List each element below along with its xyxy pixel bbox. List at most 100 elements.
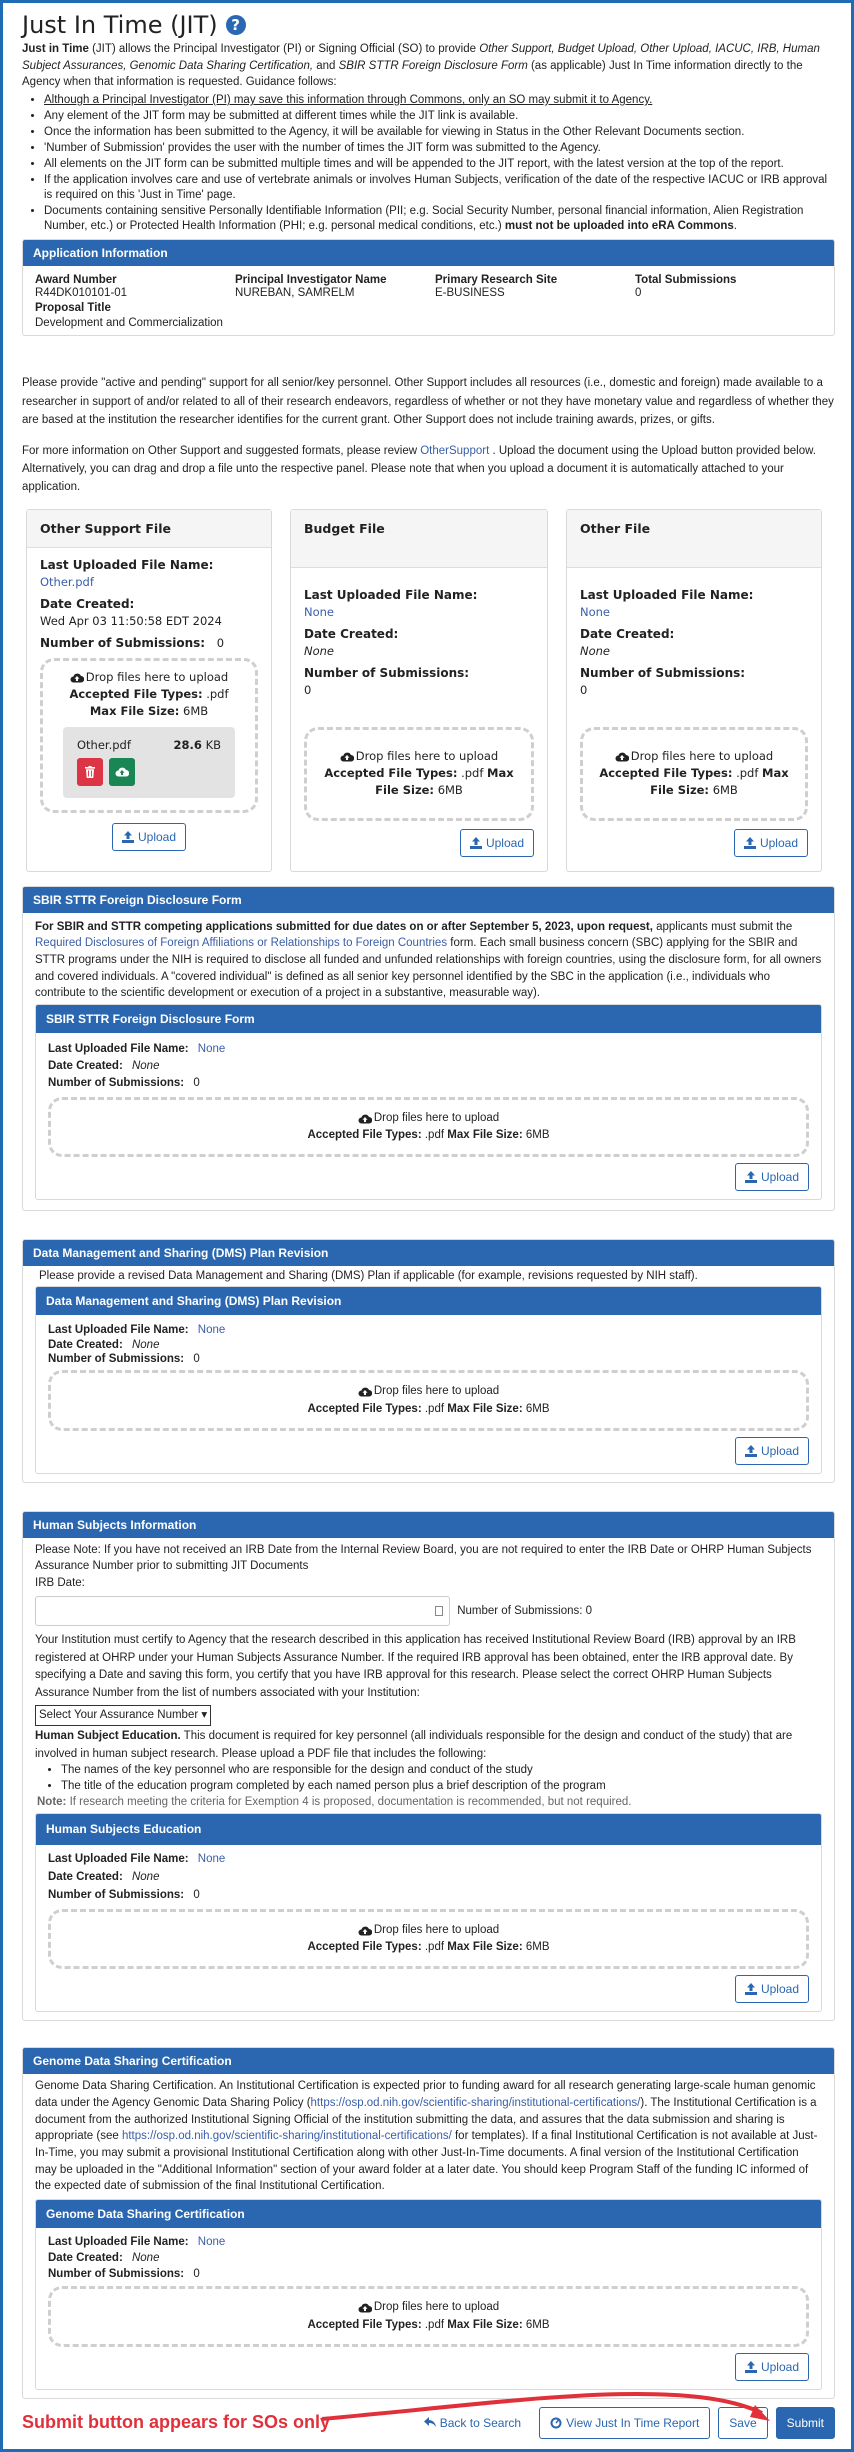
trash-icon (85, 765, 95, 778)
guidance-text: Although a Principal Investigator (PI) m… (44, 94, 653, 107)
last-uploaded-label: Last Uploaded File Name: (48, 2236, 189, 2249)
last-uploaded-label: Last Uploaded File Name: (48, 1042, 189, 1055)
max-size-value: 6MB (183, 704, 209, 719)
view-report-button[interactable]: View Just In Time Report (539, 2406, 711, 2439)
preview-file-size-unit: KB (205, 737, 221, 752)
preview-file-name: Other.pdf (77, 737, 131, 752)
hs-education-bold: Human Subject Education. (35, 1729, 181, 1742)
max-size-label: Max File Size: (447, 1402, 523, 1415)
last-uploaded-file-link[interactable]: Other.pdf (40, 575, 94, 589)
page-title-text: Just In Time (JIT) (22, 11, 218, 39)
file-drop-zone[interactable]: Drop files here to upload Accepted File … (304, 726, 534, 821)
jit-page: Just In Time (JIT) ? Just in Time (JIT) … (0, 0, 854, 2452)
date-created-label: Date Created: (40, 596, 135, 611)
accepted-types-label: Accepted File Types: (599, 766, 733, 781)
max-size-value: 6MB (712, 783, 738, 798)
last-uploaded-file-link[interactable]: None (198, 2236, 226, 2248)
upload-icon (743, 836, 756, 849)
upload-icon (744, 1171, 757, 1184)
drop-text: Drop files here to upload (373, 1385, 500, 1398)
upload-button[interactable]: Upload (459, 828, 534, 857)
other-support-link[interactable]: OtherSupport (420, 445, 489, 457)
last-uploaded-file-link[interactable]: None (198, 1043, 226, 1055)
date-created-value: None (580, 643, 611, 658)
application-info-header: Application Information (23, 240, 834, 267)
back-to-search-button[interactable]: Back to Search (414, 2410, 531, 2436)
upload-icon (121, 830, 134, 843)
gds-templates-link[interactable]: https://osp.od.nih.gov/scientific-sharin… (122, 2130, 452, 2142)
date-created-value: None (304, 643, 335, 658)
reply-arrow-icon (423, 2417, 436, 2428)
last-uploaded-file-link[interactable]: None (304, 605, 334, 619)
upload-button[interactable]: Upload (734, 1163, 809, 1192)
last-uploaded-file-link[interactable]: None (198, 1853, 226, 1865)
upload-icon (744, 1983, 757, 1996)
intro-lead: Just in Time (JIT) allows the Principal … (22, 41, 835, 91)
sbir-sttr-upload-header: SBIR STTR Foreign Disclosure Form (36, 1004, 821, 1033)
guidance-text: All elements on the JIT form can be subm… (44, 157, 784, 170)
other-support-file-card: Other Support File Last Uploaded File Na… (26, 508, 272, 872)
upload-file-button[interactable] (109, 757, 135, 786)
date-created-value: None (131, 1060, 160, 1073)
file-drop-zone[interactable]: Drop files here to upload Accepted File … (48, 1908, 809, 1970)
note-text: If research meeting the criteria for Exe… (66, 1796, 632, 1809)
upload-button[interactable]: Upload (111, 822, 187, 851)
file-drop-zone[interactable]: Drop files here to upload Accepted File … (40, 657, 258, 813)
irb-date-input[interactable] (35, 1595, 450, 1626)
hs-education-upload-header: Human Subjects Education (36, 1814, 821, 1846)
accepted-types-value: .pdf (424, 1128, 445, 1141)
num-submissions-value: 0 (193, 1077, 200, 1090)
foreign-disclosure-link[interactable]: Required Disclosures of Foreign Affiliat… (35, 937, 447, 949)
upload-button-label: Upload (760, 1982, 799, 1997)
last-uploaded-label: Last Uploaded File Name: (48, 1853, 189, 1866)
upload-button[interactable]: Upload (734, 1975, 809, 2004)
last-uploaded-file-link[interactable]: None (198, 1324, 226, 1336)
instructions-text: For more information on Other Support an… (22, 444, 421, 457)
exemption-note: Note: If research meeting the criteria f… (37, 1794, 822, 1811)
max-size-value: 6MB (525, 1128, 550, 1141)
accepted-types-value: .pdf (424, 1941, 445, 1954)
genome-description: Genome Data Sharing Certification. An In… (35, 2078, 822, 2195)
gds-policy-link[interactable]: https://osp.od.nih.gov/scientific-sharin… (311, 2097, 641, 2109)
intro-text: (JIT) allows the Principal Investigator … (88, 43, 480, 55)
guidance-item: All elements on the JIT form can be subm… (44, 157, 835, 172)
note-bold: Note: (37, 1796, 67, 1809)
max-size-label: Max File Size: (447, 1128, 523, 1141)
file-drop-zone[interactable]: Drop files here to upload Accepted File … (48, 1370, 809, 1431)
num-submissions-label: Number of Submissions: (48, 1889, 185, 1902)
dashboard-icon (550, 2417, 562, 2429)
max-size-label: Max File Size: (447, 2318, 523, 2331)
submit-button[interactable]: Submit (775, 2406, 835, 2439)
file-drop-zone[interactable]: Drop files here to upload Accepted File … (580, 726, 808, 821)
research-site-value: E-BUSINESS (435, 287, 505, 300)
save-button[interactable]: Save (718, 2406, 768, 2439)
accepted-types-label: Accepted File Types: (307, 1402, 422, 1415)
num-submissions-label: Number of Submissions: (48, 1352, 185, 1365)
file-drop-zone[interactable]: Drop files here to upload Accepted File … (48, 1096, 809, 1158)
upload-button[interactable]: Upload (734, 1436, 809, 1465)
last-uploaded-file-link[interactable]: None (580, 605, 610, 619)
date-created-value: Wed Apr 03 11:50:58 EDT 2024 (40, 613, 222, 628)
research-site-label: Primary Research Site (435, 274, 558, 287)
assurance-number-select[interactable]: Select Your Assurance Number ▾ (35, 1705, 212, 1726)
drop-text: Drop files here to upload (85, 669, 229, 684)
upload-button[interactable]: Upload (734, 2352, 809, 2381)
delete-file-button[interactable] (77, 757, 103, 786)
file-drop-zone[interactable]: Drop files here to upload Accepted File … (48, 2286, 809, 2347)
guidance-list: Although a Principal Investigator (PI) m… (22, 93, 835, 233)
date-created-label: Date Created: (48, 1871, 123, 1884)
human-subjects-header: Human Subjects Information (23, 1511, 834, 1538)
upload-button-label: Upload (760, 2359, 799, 2374)
cloud-upload-icon (358, 2302, 372, 2313)
last-uploaded-label: Last Uploaded File Name: (40, 557, 214, 572)
question-circle-icon[interactable]: ? (225, 15, 246, 35)
card-title: Other File (567, 509, 821, 568)
upload-button[interactable]: Upload (733, 828, 808, 857)
intro-sbir: SBIR STTR Foreign Disclosure Form (338, 59, 528, 72)
sbir-sttr-description: For SBIR and STTR competing applications… (35, 919, 822, 1002)
cloud-upload-icon (615, 751, 629, 762)
calendar-icon[interactable] (435, 1605, 443, 1616)
intro-guidance: Just in Time (JIT) allows the Principal … (22, 41, 835, 233)
sbir-lead-bold: For SBIR and STTR competing applications… (35, 920, 653, 933)
num-submissions-value: 0 (304, 682, 312, 697)
